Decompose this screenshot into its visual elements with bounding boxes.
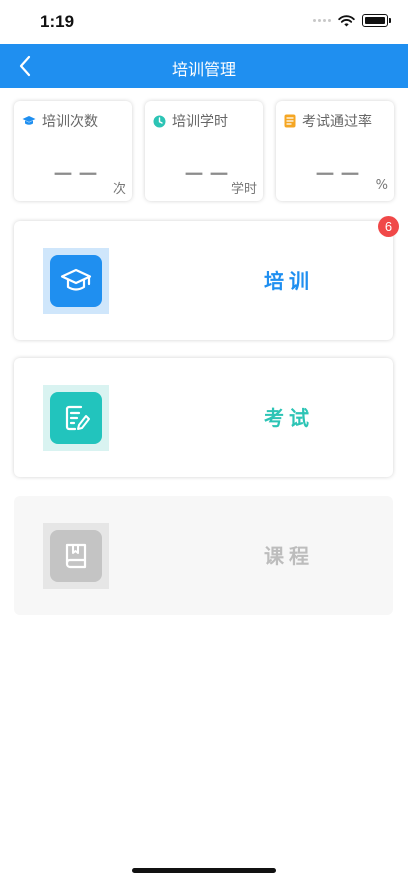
graduation-cap-icon: [60, 268, 92, 291]
page-title: 培训管理: [171, 60, 236, 79]
menu-label: 考试: [264, 406, 314, 430]
menu-icon-box: [43, 523, 109, 589]
menu-icon-tile: [50, 255, 102, 307]
menu-label: 课程: [264, 544, 314, 568]
stat-card-exam-pass-rate: 考试通过率 －－ %: [276, 101, 394, 201]
menu-card-training[interactable]: 培训: [14, 221, 393, 340]
stat-value: －－: [51, 163, 102, 188]
notification-badge: 6: [378, 216, 399, 237]
stat-head: 培训学时: [153, 111, 228, 131]
menu-icon-tile: [50, 530, 102, 582]
menu-label: 培训: [264, 269, 314, 293]
stat-unit: %: [375, 178, 388, 193]
stat-head: 培训次数: [22, 111, 98, 131]
clock-icon: [153, 115, 166, 127]
stat-label: 考试通过率: [302, 114, 372, 130]
graduation-cap-icon: [22, 116, 36, 125]
nav-bar: 培训管理: [0, 44, 408, 88]
home-indicator: [132, 868, 276, 873]
menu-card-exam[interactable]: 考试: [14, 358, 393, 477]
menu-icon-box: [43, 248, 109, 314]
status-time: 1:19: [40, 12, 75, 31]
stat-unit: 学时: [230, 182, 257, 197]
stat-card-training-hours: 培训学时 －－ 学时: [145, 101, 263, 201]
menu-card-course: 课程: [14, 496, 393, 615]
edit-document-icon: [65, 405, 90, 431]
battery-icon: [362, 14, 391, 27]
stat-value: －－: [313, 163, 364, 188]
status-bar: 1:19: [0, 0, 408, 44]
stat-value: －－: [182, 163, 233, 188]
stat-card-training-count: 培训次数 －－ 次: [14, 101, 132, 201]
wifi-icon: [338, 14, 355, 26]
menu-icon-box: [43, 385, 109, 451]
stat-unit: 次: [112, 182, 126, 197]
stat-label: 培训次数: [42, 114, 98, 130]
book-icon: [65, 543, 87, 569]
status-icons: [313, 14, 391, 27]
stat-head: 考试通过率: [284, 111, 372, 131]
menu-icon-tile: [50, 392, 102, 444]
signal-icon: [313, 19, 331, 22]
document-icon: [284, 114, 296, 128]
stat-label: 培训学时: [172, 114, 228, 130]
